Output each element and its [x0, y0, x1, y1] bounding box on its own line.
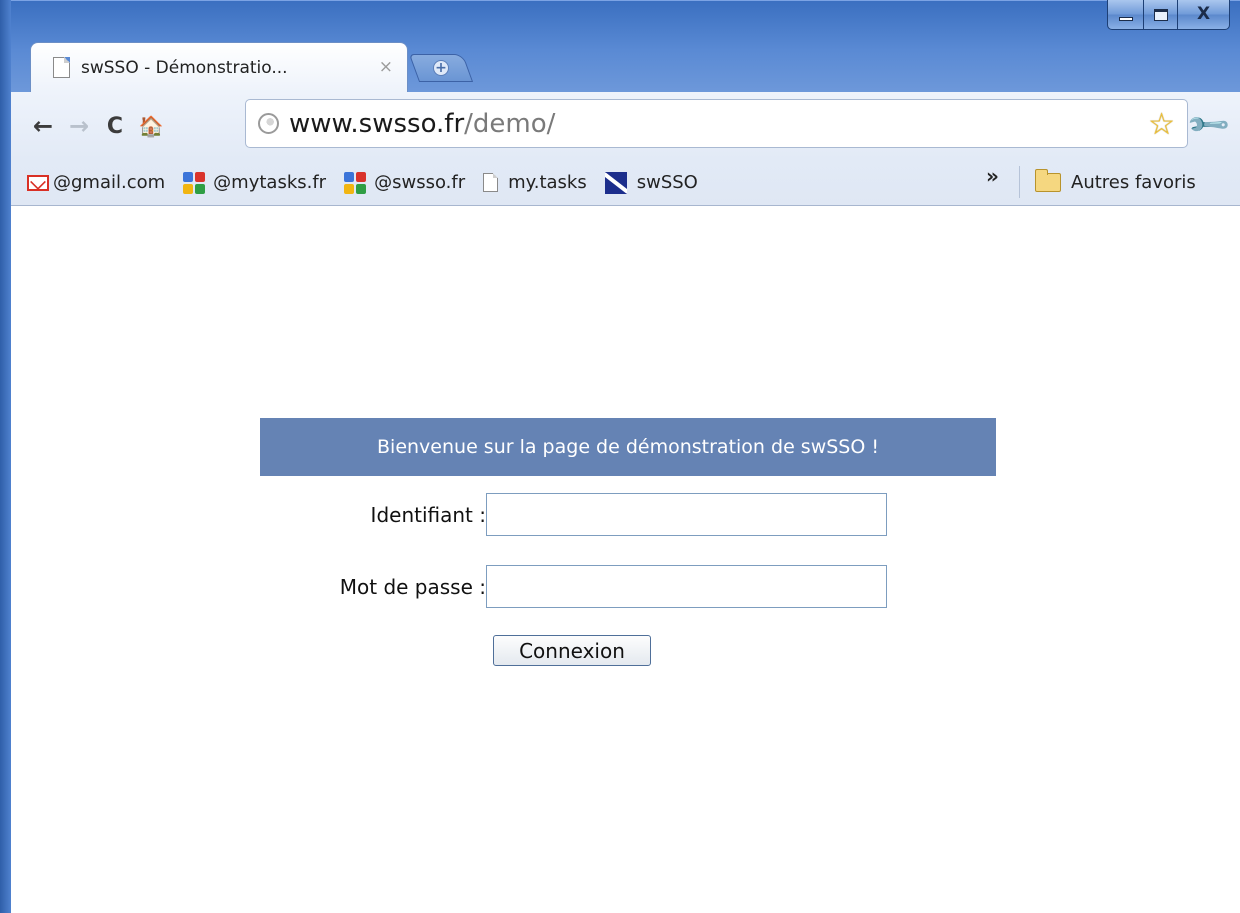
bookmarks-divider [1019, 166, 1020, 198]
login-input[interactable] [486, 493, 887, 536]
tab-close-button[interactable]: × [379, 57, 393, 77]
password-row: Mot de passe : [297, 565, 887, 608]
bookmark-label: swSSO [636, 172, 698, 193]
close-icon: X [1196, 4, 1211, 24]
bookmark-swsso[interactable]: swSSO [599, 166, 704, 200]
navigation-toolbar: ← → C 🏠 www.swsso.fr/demo/ ☆ 🔧 [11, 92, 1240, 160]
maximize-button[interactable] [1144, 0, 1178, 30]
globe-icon [258, 113, 279, 134]
bookmark-swsso-fr[interactable]: @swsso.fr [338, 166, 471, 200]
google-apps-icon [344, 171, 367, 194]
plus-icon: + [433, 60, 449, 76]
bookmark-label: Autres favoris [1071, 171, 1196, 193]
browser-window: X swSSO - Démonstratio... × + ← → C 🏠 ww… [0, 0, 1240, 913]
bookmarks-bar: @gmail.com @mytasks.fr @swsso.fr my.task… [11, 160, 1240, 206]
bookmark-mytasks[interactable]: @mytasks.fr [177, 166, 332, 200]
bookmark-label: my.tasks [508, 172, 587, 193]
bookmark-label: @mytasks.fr [213, 172, 327, 193]
wrench-icon[interactable]: 🔧 [1185, 101, 1233, 149]
window-caption-buttons: X [1107, 0, 1230, 30]
document-icon [53, 57, 70, 78]
connect-button[interactable]: Connexion [493, 635, 651, 666]
back-button[interactable]: ← [25, 108, 61, 144]
minimize-button[interactable] [1107, 0, 1144, 30]
forward-button[interactable]: → [61, 108, 97, 144]
bookmarks-overflow-icon[interactable]: » [986, 164, 999, 188]
reload-button[interactable]: C [97, 108, 133, 144]
new-tab-button[interactable]: + [408, 54, 474, 82]
minimize-icon [1118, 16, 1133, 21]
password-label: Mot de passe : [339, 574, 486, 599]
url-path: /demo/ [464, 108, 556, 139]
maximize-icon [1153, 8, 1168, 21]
bookmark-label: @swsso.fr [374, 172, 466, 193]
welcome-banner: Bienvenue sur la page de démonstration d… [260, 418, 996, 476]
other-bookmarks-folder[interactable]: Autres favoris [1029, 165, 1202, 199]
bookmark-gmail[interactable]: @gmail.com [21, 166, 171, 200]
bookmark-my-tasks[interactable]: my.tasks [477, 166, 593, 200]
tab-title: swSSO - Démonstratio... [81, 57, 288, 78]
browser-tab[interactable]: swSSO - Démonstratio... × [30, 42, 408, 92]
gmail-icon [27, 174, 49, 191]
url-text[interactable]: www.swsso.fr/demo/ [289, 109, 555, 139]
address-bar[interactable]: www.swsso.fr/demo/ ☆ [245, 99, 1188, 148]
url-domain: www.swsso.fr [289, 108, 465, 139]
page-content: Bienvenue sur la page de démonstration d… [11, 207, 1240, 913]
document-icon [483, 173, 499, 192]
window-left-border [0, 0, 11, 913]
bookmark-star-icon[interactable]: ☆ [1148, 107, 1175, 142]
login-row: Identifiant : [336, 493, 887, 536]
bookmark-label: @gmail.com [53, 172, 166, 193]
login-label: Identifiant : [370, 502, 486, 527]
close-window-button[interactable]: X [1178, 0, 1230, 30]
google-apps-icon [183, 171, 206, 194]
swsso-icon [604, 171, 627, 194]
password-input[interactable] [486, 565, 887, 608]
folder-icon [1035, 168, 1061, 192]
home-button[interactable]: 🏠 [133, 108, 169, 144]
title-bar: X swSSO - Démonstratio... × + [0, 0, 1240, 92]
